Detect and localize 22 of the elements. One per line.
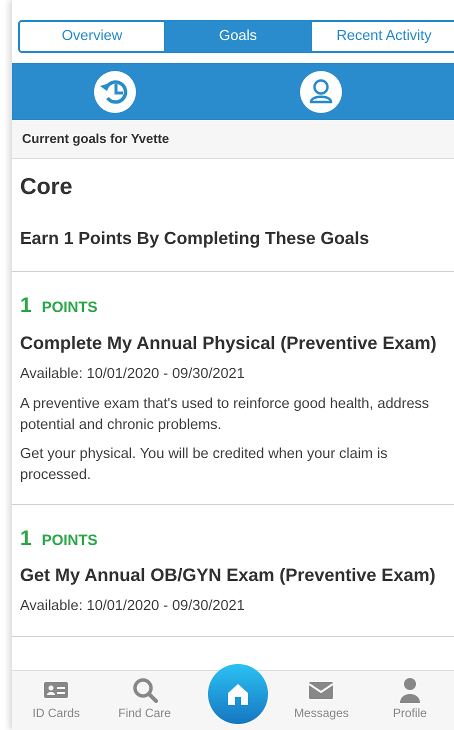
section-subtitle: Earn 1 Points By Completing These Goals (20, 227, 370, 250)
goal-description: A preventive exam that's used to reinforce good health, address potential and chronic problems. (20, 394, 430, 434)
section-title: Core (20, 172, 74, 200)
tab[interactable]: Goals (164, 22, 310, 51)
nav-item[interactable]: Profile (366, 671, 454, 730)
points-label: POINTS (42, 298, 98, 318)
points-value: 1 (20, 293, 32, 320)
availability-text: Available: 10/01/2020 - 09/30/2021 (20, 597, 246, 616)
nav-item[interactable]: Find Care (100, 671, 189, 730)
subtitle-bar: Current goals for Yvette (12, 120, 454, 158)
search-icon (130, 676, 159, 704)
history-icon[interactable] (94, 70, 136, 112)
goal-description: Get your physical. You will be credited when your claim is processed. (20, 444, 389, 484)
goal-title: Complete My Annual Physical (Preventive Exam) (20, 332, 438, 354)
tab[interactable]: Recent Activity (310, 22, 454, 51)
points-label: POINTS (42, 530, 98, 550)
nav-item[interactable]: Messages (277, 671, 366, 730)
points-value: 1 (20, 526, 32, 552)
goal-title: Get My Annual OB/GYN Exam (Preventive Exam) (20, 564, 436, 586)
person-icon[interactable] (300, 70, 342, 112)
availability-text: Available: 10/01/2020 - 09/30/2021 (20, 364, 246, 384)
nav-item[interactable]: ID Cards (12, 671, 100, 730)
